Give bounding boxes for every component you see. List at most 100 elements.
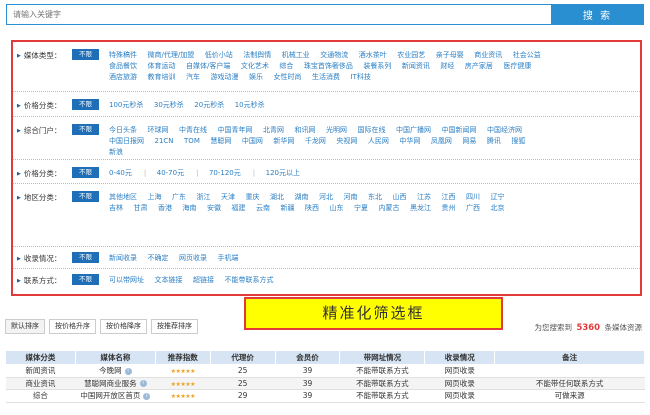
filter-option[interactable]: 东北: [368, 192, 382, 202]
cell-name[interactable]: 今晚网 i: [75, 364, 156, 378]
filter-option[interactable]: 娱乐: [249, 72, 263, 82]
sort-default-button[interactable]: 默认排序: [5, 319, 45, 334]
table-row[interactable]: 商业资讯 慧聪网商业服务 i ★★★★★ 25 39 不能带联系方式 网页收录 不能带任何联系方…: [5, 377, 645, 390]
filter-option[interactable]: 可以带网址: [109, 275, 144, 285]
table-row[interactable]: 综合 中国网开放区首页 i ★★★★★ 29 39 不能带联系方式 网页收录 可做来源: [5, 389, 645, 403]
cell-name[interactable]: 慧聪网商业服务 i: [75, 377, 156, 390]
filter-option[interactable]: 江苏: [417, 192, 431, 202]
filter-option[interactable]: 北京: [491, 203, 505, 213]
filter-all-button[interactable]: 不限: [72, 124, 99, 135]
filter-option[interactable]: 亲子母婴: [436, 50, 464, 60]
filter-option[interactable]: 10元秒杀: [235, 100, 265, 110]
filter-option[interactable]: 生活消费: [312, 72, 340, 82]
filter-option[interactable]: 光明网: [326, 125, 347, 135]
filter-option[interactable]: 浙江: [197, 192, 211, 202]
filter-option[interactable]: 装餐系列: [363, 61, 391, 71]
filter-option[interactable]: 酒水茶叶: [359, 50, 387, 60]
filter-option[interactable]: 搜狐: [511, 136, 525, 146]
filter-option[interactable]: 中国经济网: [487, 125, 522, 135]
filter-option[interactable]: 70-120元: [209, 168, 255, 178]
filter-option[interactable]: 重庆: [246, 192, 260, 202]
filter-option[interactable]: 财经: [440, 61, 454, 71]
filter-option[interactable]: 不能带联系方式: [225, 275, 274, 285]
filter-option[interactable]: 网页收录: [179, 253, 207, 263]
filter-option[interactable]: 慧聪网: [210, 136, 231, 146]
filter-all-button[interactable]: 不限: [72, 49, 99, 60]
filter-option[interactable]: 其他地区: [109, 192, 137, 202]
filter-option[interactable]: 商业资讯: [474, 50, 502, 60]
filter-option[interactable]: 香港: [158, 203, 172, 213]
cell-name[interactable]: 中国网开放区首页 i: [75, 389, 156, 403]
filter-option[interactable]: 河北: [319, 192, 333, 202]
filter-option[interactable]: 千龙网: [305, 136, 326, 146]
filter-option[interactable]: 山西: [393, 192, 407, 202]
filter-option[interactable]: 微商/代理/加盟: [148, 50, 195, 60]
filter-option[interactable]: 不确定: [148, 253, 169, 263]
filter-option[interactable]: 辽宁: [491, 192, 505, 202]
filter-option[interactable]: 新浪: [109, 147, 123, 157]
filter-option[interactable]: 超链接: [193, 275, 214, 285]
filter-option[interactable]: 0-40元: [109, 168, 146, 178]
filter-option[interactable]: 珠宝首饰奢侈品: [304, 61, 353, 71]
filter-option[interactable]: 中青在线: [179, 125, 207, 135]
filter-option[interactable]: 教育培训: [148, 72, 176, 82]
filter-option[interactable]: 农业园艺: [397, 50, 425, 60]
filter-option[interactable]: 21CN: [155, 137, 174, 145]
filter-option[interactable]: 内蒙古: [379, 203, 400, 213]
filter-option[interactable]: 国际在线: [358, 125, 386, 135]
search-button[interactable]: 搜 索: [551, 4, 644, 25]
filter-option[interactable]: 中华网: [399, 136, 420, 146]
filter-option[interactable]: 100元秒杀: [109, 100, 143, 110]
filter-option[interactable]: 甘肃: [134, 203, 148, 213]
filter-option[interactable]: 手机端: [218, 253, 239, 263]
filter-option[interactable]: 40-70元: [157, 168, 199, 178]
filter-option[interactable]: 新闻收录: [109, 253, 137, 263]
filter-option[interactable]: 医疗健康: [503, 61, 531, 71]
filter-option[interactable]: 安徽: [207, 203, 221, 213]
filter-option[interactable]: 贵州: [442, 203, 456, 213]
filter-option[interactable]: 北青网: [263, 125, 284, 135]
filter-option[interactable]: 酒店旅游: [109, 72, 137, 82]
filter-option[interactable]: 综合: [279, 61, 293, 71]
filter-option[interactable]: 中国新闻网: [442, 125, 477, 135]
filter-option[interactable]: 新疆: [281, 203, 295, 213]
filter-option[interactable]: 新闻资讯: [402, 61, 430, 71]
filter-option[interactable]: 低价小站: [205, 50, 233, 60]
sort-price-asc-button[interactable]: 按价格升序: [49, 319, 96, 334]
filter-option[interactable]: 福建: [232, 203, 246, 213]
filter-option[interactable]: 广东: [172, 192, 186, 202]
filter-option[interactable]: 河南: [344, 192, 358, 202]
filter-option[interactable]: 30元秒杀: [154, 100, 184, 110]
search-input[interactable]: [6, 4, 551, 25]
filter-option[interactable]: 自媒体/客户端: [186, 61, 230, 71]
filter-option[interactable]: 食品餐饮: [109, 61, 137, 71]
filter-option[interactable]: 山东: [330, 203, 344, 213]
filter-option[interactable]: 中国青年网: [218, 125, 253, 135]
filter-option[interactable]: 法制舆情: [243, 50, 271, 60]
filter-option[interactable]: 天津: [221, 192, 235, 202]
info-icon[interactable]: i: [139, 380, 147, 388]
filter-option[interactable]: 和讯网: [295, 125, 316, 135]
filter-option[interactable]: 交通物流: [320, 50, 348, 60]
filter-option[interactable]: 宁夏: [354, 203, 368, 213]
filter-option[interactable]: 黑龙江: [410, 203, 431, 213]
filter-option[interactable]: 新华网: [273, 136, 294, 146]
filter-option[interactable]: 人民网: [368, 136, 389, 146]
filter-option[interactable]: 机械工业: [282, 50, 310, 60]
filter-option[interactable]: 海南: [183, 203, 197, 213]
filter-option[interactable]: 中国网: [242, 136, 263, 146]
filter-all-button[interactable]: 不限: [72, 99, 99, 110]
filter-option[interactable]: 中国广播网: [396, 125, 431, 135]
table-row[interactable]: 新闻资讯 今晚网 i ★★★★★ 25 39 不能带联系方式 网页收录: [5, 364, 645, 378]
filter-option[interactable]: 120元以上: [266, 168, 300, 178]
info-icon[interactable]: i: [124, 367, 132, 375]
filter-option[interactable]: 汽车: [186, 72, 200, 82]
sort-price-desc-button[interactable]: 按价格降序: [100, 319, 147, 334]
filter-option[interactable]: 社会公益: [513, 50, 541, 60]
filter-option[interactable]: 湖南: [295, 192, 309, 202]
filter-all-button[interactable]: 不限: [72, 252, 99, 263]
filter-option[interactable]: 体育运动: [148, 61, 176, 71]
filter-all-button[interactable]: 不限: [72, 191, 99, 202]
filter-option[interactable]: 腾讯: [487, 136, 501, 146]
filter-option[interactable]: 湖北: [270, 192, 284, 202]
